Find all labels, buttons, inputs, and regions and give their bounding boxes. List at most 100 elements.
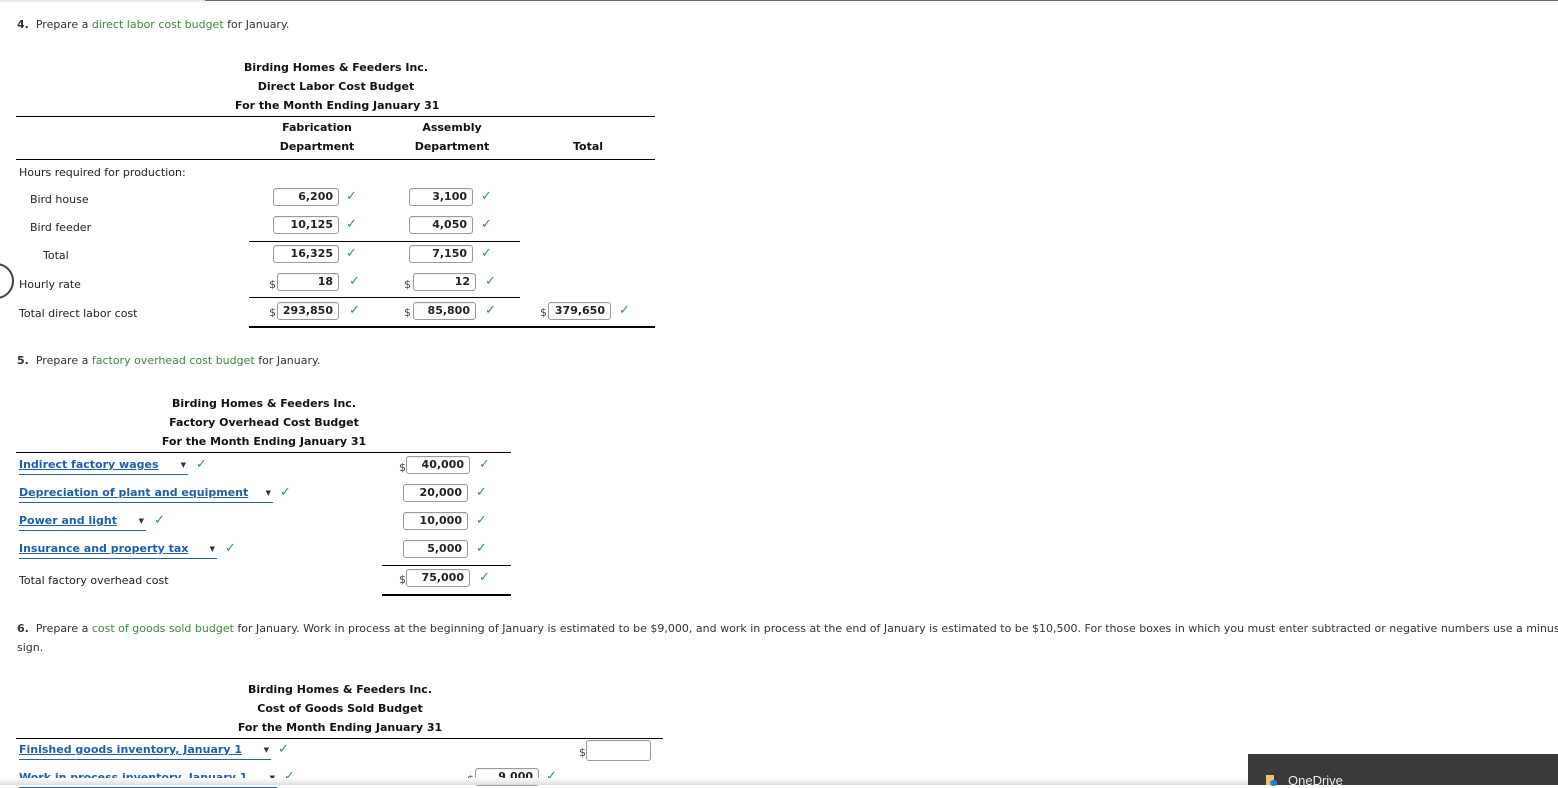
check-icon: ✓ xyxy=(619,303,630,318)
dollar-sign: $ xyxy=(399,461,406,474)
divider xyxy=(382,565,511,566)
dropdown-arrow-icon: ▼ xyxy=(180,461,186,469)
onedrive-cloud-icon xyxy=(1270,780,1277,786)
dollar-sign: $ xyxy=(269,306,276,319)
select-value: Insurance and property tax xyxy=(19,542,189,555)
q5-period: For the Month Ending January 31 xyxy=(161,435,367,448)
check-icon: ✓ xyxy=(476,513,487,528)
q6-period: For the Month Ending January 31 xyxy=(237,721,443,734)
divider xyxy=(16,159,655,160)
check-icon: ✓ xyxy=(485,303,496,318)
q4-company: Birding Homes & Feeders Inc. xyxy=(244,61,428,74)
total-overhead-input[interactable]: 75,000 xyxy=(406,569,470,587)
overhead-item-select-4[interactable]: Insurance and property tax ▼ xyxy=(19,542,217,559)
dollar-sign: $ xyxy=(399,573,406,586)
top-border xyxy=(205,0,1558,1)
bird-feeder-label: Bird feeder xyxy=(30,221,92,234)
dollar-sign: $ xyxy=(269,278,276,291)
q6-title: Cost of Goods Sold Budget xyxy=(257,702,423,715)
q5-glossary-link[interactable]: factory overhead cost budget xyxy=(92,354,255,367)
q4-period: For the Month Ending January 31 xyxy=(235,99,440,112)
dropdown-arrow-icon: ▼ xyxy=(265,489,271,497)
check-icon: ✓ xyxy=(346,189,357,204)
overhead-item-select-1[interactable]: Indirect factory wages ▼ xyxy=(19,458,188,475)
check-icon: ✓ xyxy=(225,541,236,556)
q5-company: Birding Homes & Feeders Inc. xyxy=(172,397,356,410)
dollar-sign: $ xyxy=(579,746,586,759)
check-icon: ✓ xyxy=(154,513,165,528)
top-shadow xyxy=(0,0,205,3)
overhead-item-select-3[interactable]: Power and light ▼ xyxy=(19,514,146,531)
check-icon: ✓ xyxy=(481,189,492,204)
total-cost-fab-input[interactable]: 293,850 xyxy=(277,302,339,320)
onedrive-taskbar-popup[interactable]: OneDrive xyxy=(1248,754,1558,788)
divider xyxy=(16,738,663,739)
double-underline xyxy=(382,594,511,596)
dropdown-arrow-icon: ▼ xyxy=(138,517,144,525)
select-value: Depreciation of plant and equipment xyxy=(19,486,249,499)
double-underline xyxy=(249,326,655,328)
bird-house-asm-input[interactable]: 3,100 xyxy=(409,188,473,206)
q4-title: Direct Labor Cost Budget xyxy=(257,80,415,93)
q6-number: 6. xyxy=(17,622,29,635)
check-icon: ✓ xyxy=(196,457,207,472)
overhead-item-select-2[interactable]: Depreciation of plant and equipment ▼ xyxy=(19,486,273,503)
q4-prefix: Prepare a xyxy=(35,18,89,31)
bird-feeder-fab-input[interactable]: 10,125 xyxy=(273,216,339,234)
hourly-rate-asm-input[interactable]: 12 xyxy=(413,273,476,291)
q6-instruction: 6. Prepare a cost of goods sold budget f… xyxy=(17,622,1558,635)
hourly-rate-label: Hourly rate xyxy=(19,278,81,291)
check-icon: ✓ xyxy=(476,541,487,556)
q4-suffix: for January. xyxy=(227,18,290,31)
hours-total-asm-input[interactable]: 7,150 xyxy=(409,245,473,263)
check-icon: ✓ xyxy=(476,485,487,500)
q4-instruction: 4. Prepare a direct labor cost budget fo… xyxy=(17,18,289,31)
q6-glossary-link[interactable]: cost of goods sold budget xyxy=(92,622,234,635)
total-cost-total-input[interactable]: 379,650 xyxy=(548,302,611,320)
col-fab-line1: Fabrication xyxy=(282,121,352,134)
bird-house-label: Bird house xyxy=(30,193,89,206)
q5-number: 5. xyxy=(17,354,29,367)
hours-total-fab-input[interactable]: 16,325 xyxy=(273,245,339,263)
col-asm-line1: Assembly xyxy=(422,121,482,134)
col-fab-line2: Department xyxy=(279,140,355,153)
check-icon: ✓ xyxy=(346,217,357,232)
hourly-rate-fab-input[interactable]: 18 xyxy=(277,273,339,291)
overhead-value-3[interactable]: 10,000 xyxy=(403,512,468,530)
check-icon: ✓ xyxy=(485,274,496,289)
select-value: Finished goods inventory, January 1 xyxy=(19,743,242,756)
check-icon: ✓ xyxy=(278,742,289,757)
dollar-sign: $ xyxy=(540,306,547,319)
hours-section-label: Hours required for production: xyxy=(19,166,186,179)
overhead-value-1[interactable]: 40,000 xyxy=(406,456,470,474)
overhead-value-2[interactable]: 20,000 xyxy=(403,484,468,502)
hours-total-label: Total xyxy=(43,249,69,262)
q5-title: Factory Overhead Cost Budget xyxy=(169,416,359,429)
partial-circle-button[interactable] xyxy=(0,263,14,299)
check-icon: ✓ xyxy=(349,303,360,318)
dollar-sign: $ xyxy=(404,278,411,291)
check-icon: ✓ xyxy=(349,274,360,289)
cogs-item-select-1[interactable]: Finished goods inventory, January 1 ▼ xyxy=(19,743,271,760)
q6-suffix: for January. Work in process at the begi… xyxy=(237,622,1558,635)
check-icon: ✓ xyxy=(481,246,492,261)
finished-goods-jan1-input[interactable] xyxy=(586,740,651,761)
select-value: Indirect factory wages xyxy=(19,458,159,471)
total-cost-asm-input[interactable]: 85,800 xyxy=(413,302,476,320)
check-icon: ✓ xyxy=(479,570,490,585)
divider xyxy=(16,116,655,117)
bird-house-fab-input[interactable]: 6,200 xyxy=(273,188,339,206)
overhead-value-4[interactable]: 5,000 xyxy=(403,540,468,558)
q4-glossary-link[interactable]: direct labor cost budget xyxy=(92,18,224,31)
bird-feeder-asm-input[interactable]: 4,050 xyxy=(409,216,473,234)
q6-instruction-cont: sign. xyxy=(17,641,44,654)
col-total: Total xyxy=(572,140,604,153)
check-icon: ✓ xyxy=(481,217,492,232)
q6-company: Birding Homes & Feeders Inc. xyxy=(248,683,432,696)
divider xyxy=(249,297,520,298)
dropdown-arrow-icon: ▼ xyxy=(263,746,269,754)
q4-number: 4. xyxy=(17,18,29,31)
q5-instruction: 5. Prepare a factory overhead cost budge… xyxy=(17,354,320,367)
dollar-sign: $ xyxy=(404,306,411,319)
check-icon: ✓ xyxy=(346,246,357,261)
